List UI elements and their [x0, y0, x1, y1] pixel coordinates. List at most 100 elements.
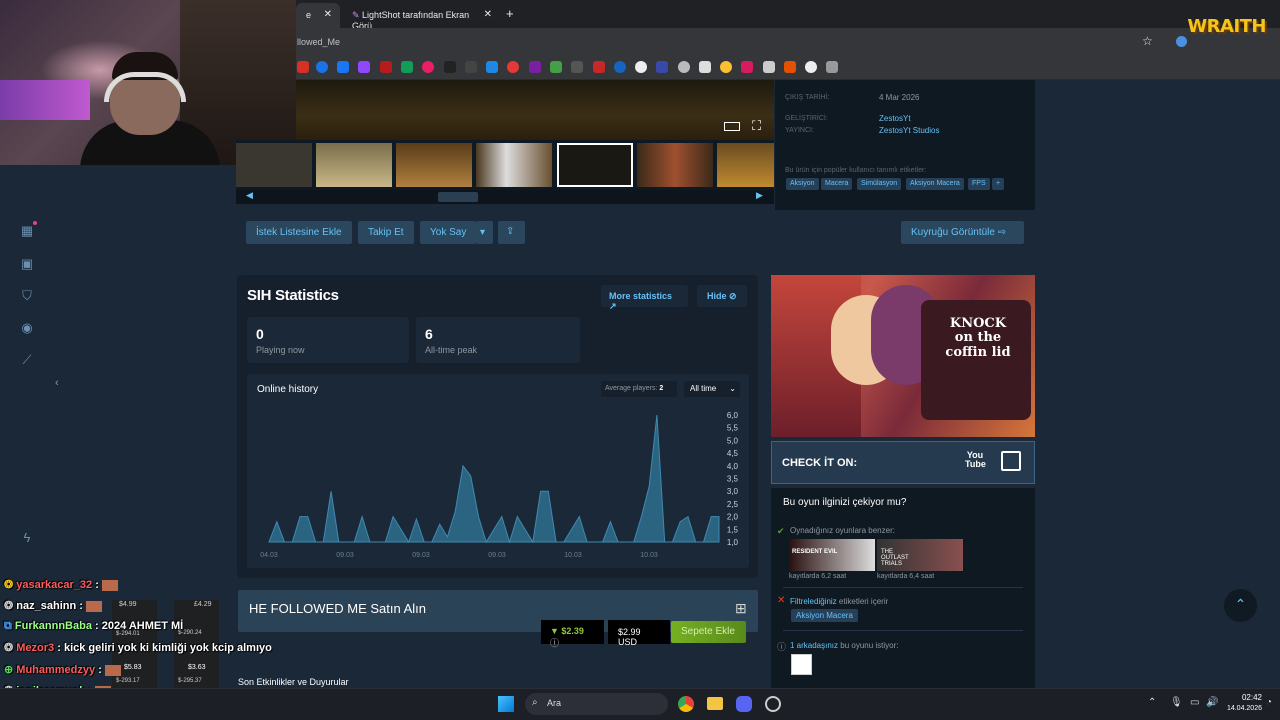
- network-icon[interactable]: ▭: [1190, 697, 1199, 708]
- filtered-link[interactable]: Filtrelediğiniz: [790, 597, 837, 606]
- bookmark-icon[interactable]: [593, 61, 605, 73]
- add-to-cart-button[interactable]: Sepete Ekle: [671, 621, 746, 643]
- collapse-sidebar-icon[interactable]: ‹: [55, 377, 59, 389]
- game-trailer-player[interactable]: ⛶: [296, 80, 774, 140]
- similar-game-thumb[interactable]: RESIDENT EVIL: [789, 539, 875, 571]
- peak-value: 6: [425, 326, 433, 342]
- arrow-right-icon: ⇨: [997, 227, 1007, 238]
- bookmark-icon[interactable]: [316, 61, 328, 73]
- new-tab-button[interactable]: +: [506, 6, 514, 21]
- tag-chip[interactable]: Macera: [821, 178, 853, 190]
- close-tab-icon[interactable]: ✕: [324, 9, 332, 20]
- view-queue-button[interactable]: Kuyruğu Görüntüle ⇨: [901, 221, 1024, 244]
- notification-icon[interactable]: ◔: [1266, 697, 1272, 708]
- share-icon[interactable]: ⇪: [498, 221, 525, 244]
- bookmark-icon[interactable]: [297, 61, 309, 73]
- bookmark-icon[interactable]: [358, 61, 370, 73]
- scroll-right-icon[interactable]: ▶: [756, 190, 763, 201]
- tag-chip[interactable]: Aksiyon Macera: [906, 178, 964, 190]
- bookmark-icon[interactable]: [656, 61, 668, 73]
- bookmark-icon[interactable]: [763, 61, 775, 73]
- screenshot-thumb[interactable]: [476, 143, 552, 187]
- follow-button[interactable]: Takip Et: [358, 221, 414, 244]
- ignore-button[interactable]: Yok Say: [420, 221, 477, 244]
- discord-icon[interactable]: [736, 696, 752, 712]
- youtube-icon[interactable]: You Tube: [965, 451, 986, 469]
- user-icon[interactable]: ◉: [19, 320, 35, 336]
- bookmark-icon[interactable]: [635, 61, 647, 73]
- ignore-dropdown-icon[interactable]: ▾: [476, 221, 493, 244]
- bookmark-icon[interactable]: [486, 61, 498, 73]
- scroll-thumb[interactable]: [438, 192, 478, 202]
- lightning-icon[interactable]: ϟ: [19, 530, 35, 546]
- start-icon[interactable]: [498, 696, 514, 712]
- bookmark-icon[interactable]: [678, 61, 690, 73]
- bookmark-icon[interactable]: [699, 61, 711, 73]
- screenshot-thumb[interactable]: [717, 143, 774, 187]
- bookmark-icon[interactable]: [444, 61, 456, 73]
- emote-icon: [104, 664, 121, 676]
- fullscreen-icon[interactable]: ⛶: [752, 118, 761, 134]
- chart-icon[interactable]: ⟋: [19, 352, 35, 368]
- extension-icon[interactable]: [1176, 36, 1187, 47]
- chevron-up-icon[interactable]: ⌃: [1148, 697, 1156, 708]
- friend-avatar[interactable]: [791, 654, 812, 675]
- filtered-tag[interactable]: Aksiyon Macera: [791, 609, 858, 622]
- bookmark-icon[interactable]: [720, 61, 732, 73]
- back-to-top-icon[interactable]: ⌃: [1224, 589, 1257, 622]
- screenshot-thumb[interactable]: [637, 143, 713, 187]
- bookmark-icon[interactable]: [741, 61, 753, 73]
- tag-chip[interactable]: FPS: [968, 178, 990, 190]
- volume-icon[interactable]: 🔊: [1206, 697, 1218, 708]
- search-icon: ⌕: [532, 697, 538, 708]
- tag-chip[interactable]: Aksiyon: [786, 178, 819, 190]
- similar-game-thumb[interactable]: THE OUTLAST TRIALS: [877, 539, 963, 571]
- more-statistics-link[interactable]: More statistics ↗: [601, 285, 688, 311]
- microphone-icon[interactable]: 🎙: [1170, 697, 1183, 708]
- bookmark-icon[interactable]: [826, 61, 838, 73]
- bookmark-icon[interactable]: [571, 61, 583, 73]
- taskbar-search[interactable]: ⌕ Ara: [525, 693, 668, 715]
- bookmark-star-icon[interactable]: ☆: [1142, 34, 1153, 48]
- screenshot-thumb-selected[interactable]: [557, 143, 633, 187]
- bookmark-icon[interactable]: [401, 61, 413, 73]
- interest-title: Bu oyun ilginizi çekiyor mu?: [783, 497, 907, 508]
- bookmark-icon[interactable]: [337, 61, 349, 73]
- grid-icon[interactable]: ▦: [19, 223, 35, 239]
- publisher-link[interactable]: ZestosYt Studios: [879, 126, 939, 135]
- bookmark-icon[interactable]: [507, 61, 519, 73]
- file-explorer-icon[interactable]: [707, 697, 723, 710]
- clock-date[interactable]: 14.04.2026: [1218, 705, 1262, 712]
- wishlist-button[interactable]: İstek Listesine Ekle: [246, 221, 352, 244]
- bookmark-icon[interactable]: [550, 61, 562, 73]
- bookmark-icon[interactable]: [614, 61, 626, 73]
- tag-chip[interactable]: Simülasyon: [857, 178, 902, 190]
- screenshot-thumb[interactable]: [316, 143, 392, 187]
- close-tab-icon[interactable]: ✕: [484, 9, 492, 20]
- tab-active[interactable]: e ✕: [296, 3, 340, 28]
- tab-lightshot[interactable]: ✎ LightShot tarafından Ekran Görü ✕: [342, 3, 500, 31]
- widescreen-icon[interactable]: [724, 122, 740, 131]
- bookmark-icon[interactable]: [422, 61, 434, 73]
- game-cover-art[interactable]: KNOCK on the coffin lid: [771, 275, 1035, 437]
- app-icon[interactable]: [765, 696, 781, 712]
- bookmark-icon[interactable]: [380, 61, 392, 73]
- lowest-price-badge[interactable]: ▼ $2.39 ⓘ: [541, 620, 604, 648]
- clock-time[interactable]: 02:42: [1226, 693, 1262, 702]
- screenshot-thumb[interactable]: [396, 143, 472, 187]
- bookmark-icon[interactable]: [529, 61, 541, 73]
- shield-icon[interactable]: ⛉: [19, 288, 35, 304]
- screenshot-scrollbar[interactable]: ◀ ▶: [236, 190, 774, 204]
- scroll-left-icon[interactable]: ◀: [246, 190, 253, 201]
- screenshot-thumb[interactable]: [236, 143, 312, 187]
- chrome-icon[interactable]: [678, 696, 694, 712]
- bookmark-icon[interactable]: [465, 61, 477, 73]
- bookmark-icon[interactable]: [805, 61, 817, 73]
- twitch-icon[interactable]: [1001, 451, 1021, 471]
- developer-link[interactable]: ZestosYt: [879, 114, 911, 123]
- tag-more-button[interactable]: +: [992, 178, 1005, 190]
- friends-link[interactable]: 1 arkadaşınız: [790, 641, 838, 650]
- gift-icon[interactable]: ▣: [19, 256, 35, 272]
- hide-button[interactable]: Hide ⊘: [697, 285, 747, 307]
- bookmark-icon[interactable]: [784, 61, 796, 73]
